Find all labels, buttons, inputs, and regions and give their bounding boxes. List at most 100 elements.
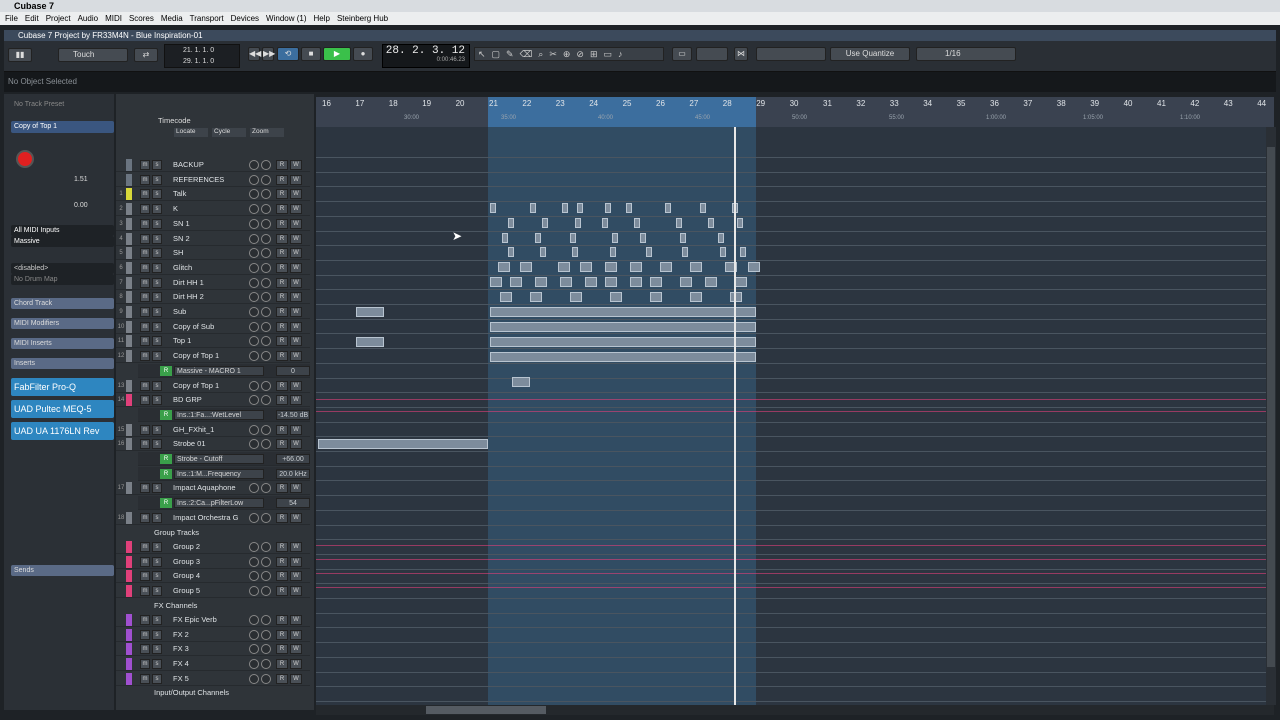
record-enable-circle[interactable] (249, 292, 259, 303)
midi-part[interactable] (735, 277, 747, 287)
mute-button[interactable]: m (140, 292, 150, 303)
menu-item-midi[interactable]: MIDI (105, 12, 122, 25)
midi-part[interactable] (512, 377, 530, 387)
mute-button[interactable]: m (140, 160, 150, 170)
track-color-swatch[interactable] (126, 584, 132, 597)
track-row[interactable]: m s Group 5 R W (116, 584, 310, 598)
mute-button[interactable]: m (140, 556, 150, 567)
automation-parameter[interactable]: Ins.:1:Fa...:WetLevel (174, 409, 264, 420)
midi-part[interactable] (535, 277, 547, 287)
track-color-swatch[interactable] (126, 511, 132, 524)
track-name[interactable]: Group 3 (173, 555, 243, 569)
monitor-circle[interactable] (261, 541, 271, 552)
track-color-swatch[interactable] (126, 188, 132, 201)
track-name[interactable]: SH (173, 246, 243, 260)
track-row[interactable]: 9 m s Sub R W (116, 305, 310, 319)
read-button[interactable]: R (276, 424, 288, 435)
read-button[interactable]: R (276, 233, 288, 244)
write-button[interactable]: W (290, 248, 302, 259)
track-color-swatch[interactable] (126, 658, 132, 670)
track-row[interactable]: 6 m s Glitch R W (116, 261, 310, 275)
midi-part[interactable] (572, 247, 578, 257)
track-name[interactable]: Sub (173, 305, 243, 319)
monitor-circle[interactable] (261, 262, 271, 273)
folder-track[interactable]: Input/Output Channels (116, 686, 310, 700)
write-button[interactable]: W (290, 204, 302, 215)
track-row[interactable]: m s FX Epic Verb R W (116, 613, 310, 627)
midi-part[interactable] (730, 292, 742, 302)
vertical-scrollbar[interactable] (1266, 127, 1276, 705)
midi-part[interactable] (575, 218, 581, 228)
forward-button[interactable]: ▶▶ (262, 47, 275, 61)
monitor-circle[interactable] (261, 292, 271, 303)
write-button[interactable]: W (290, 541, 302, 552)
read-button[interactable]: R (276, 571, 288, 582)
midi-part[interactable] (585, 277, 597, 287)
track-row[interactable]: m s FX 3 R W (116, 642, 310, 657)
monitor-circle[interactable] (261, 380, 271, 391)
midi-part[interactable] (634, 218, 640, 228)
track-row[interactable]: m s FX 5 R W (116, 672, 310, 686)
mute-button[interactable]: m (140, 336, 150, 347)
midi-part[interactable] (490, 337, 756, 347)
solo-button[interactable]: s (152, 673, 162, 684)
track-row[interactable]: m s Group 4 R W (116, 569, 310, 584)
midi-part[interactable] (605, 277, 617, 287)
write-button[interactable]: W (290, 673, 302, 684)
automation-value[interactable]: 0 (276, 365, 310, 376)
track-name[interactable]: FX 2 (173, 628, 243, 642)
toolbar-buttons[interactable]: ▮▮ (8, 48, 32, 62)
folder-track[interactable]: Group Tracks (116, 526, 310, 540)
mute-button[interactable]: m (140, 585, 150, 596)
midi-part[interactable] (605, 262, 617, 272)
monitor-circle[interactable] (261, 218, 271, 229)
midi-part[interactable] (490, 277, 502, 287)
solo-button[interactable]: s (152, 292, 162, 303)
track-name[interactable]: BD GRP (173, 393, 243, 407)
track-row[interactable]: m s BACKUP R W (116, 158, 310, 172)
solo-button[interactable]: s (152, 483, 162, 494)
track-name[interactable]: REFERENCES (173, 173, 243, 187)
record-enable-circle[interactable] (249, 644, 259, 655)
midi-part[interactable] (508, 218, 514, 228)
track-row[interactable]: m s FX 2 R W (116, 628, 310, 642)
midi-part[interactable] (356, 337, 384, 347)
read-button[interactable]: R (276, 189, 288, 200)
mute-button[interactable]: m (140, 571, 150, 582)
menu-item-devices[interactable]: Devices (231, 12, 259, 25)
read-button[interactable]: R (276, 351, 288, 362)
automation-value[interactable]: -14.50 dB (276, 409, 310, 420)
write-button[interactable]: W (290, 439, 302, 450)
track-color-swatch[interactable] (126, 540, 132, 553)
read-button[interactable]: R (276, 277, 288, 288)
automation-mode-select[interactable]: Touch (58, 48, 128, 62)
record-enable-circle[interactable] (249, 659, 259, 669)
drum-map-select[interactable]: No Drum Map (11, 274, 114, 285)
monitor-circle[interactable] (261, 659, 271, 669)
inspector-track-name[interactable]: Copy of Top 1 (11, 121, 114, 133)
write-button[interactable]: W (290, 174, 302, 185)
read-button[interactable]: R (276, 483, 288, 494)
solo-button[interactable]: s (152, 644, 162, 655)
track-color-swatch[interactable] (126, 203, 132, 216)
snap-type-select[interactable] (756, 47, 826, 61)
autoscroll-button[interactable]: ⇄ (134, 48, 158, 62)
track-row[interactable]: 11 m s Top 1 R W (116, 334, 310, 349)
solo-button[interactable]: s (152, 248, 162, 259)
mute-button[interactable]: m (140, 439, 150, 450)
solo-button[interactable]: s (152, 512, 162, 523)
midi-part[interactable] (650, 292, 662, 302)
mute-button[interactable]: m (140, 644, 150, 655)
section-chord-track[interactable]: Chord Track (11, 298, 114, 309)
track-name[interactable]: FX 3 (173, 642, 243, 656)
monitor-circle[interactable] (261, 644, 271, 655)
menu-item-window-1-[interactable]: Window (1) (266, 12, 306, 25)
midi-part[interactable] (680, 233, 686, 243)
record-enable-circle[interactable] (249, 673, 259, 684)
solo-button[interactable]: s (152, 218, 162, 229)
midi-part[interactable] (610, 247, 616, 257)
automation-lane-header[interactable]: R Ins.:1:Fa...:WetLevel -14.50 dB (138, 407, 310, 422)
record-enable-circle[interactable] (249, 439, 259, 450)
solo-button[interactable]: s (152, 614, 162, 625)
right-locator[interactable]: 29. 1. 1. 0 (183, 56, 239, 67)
